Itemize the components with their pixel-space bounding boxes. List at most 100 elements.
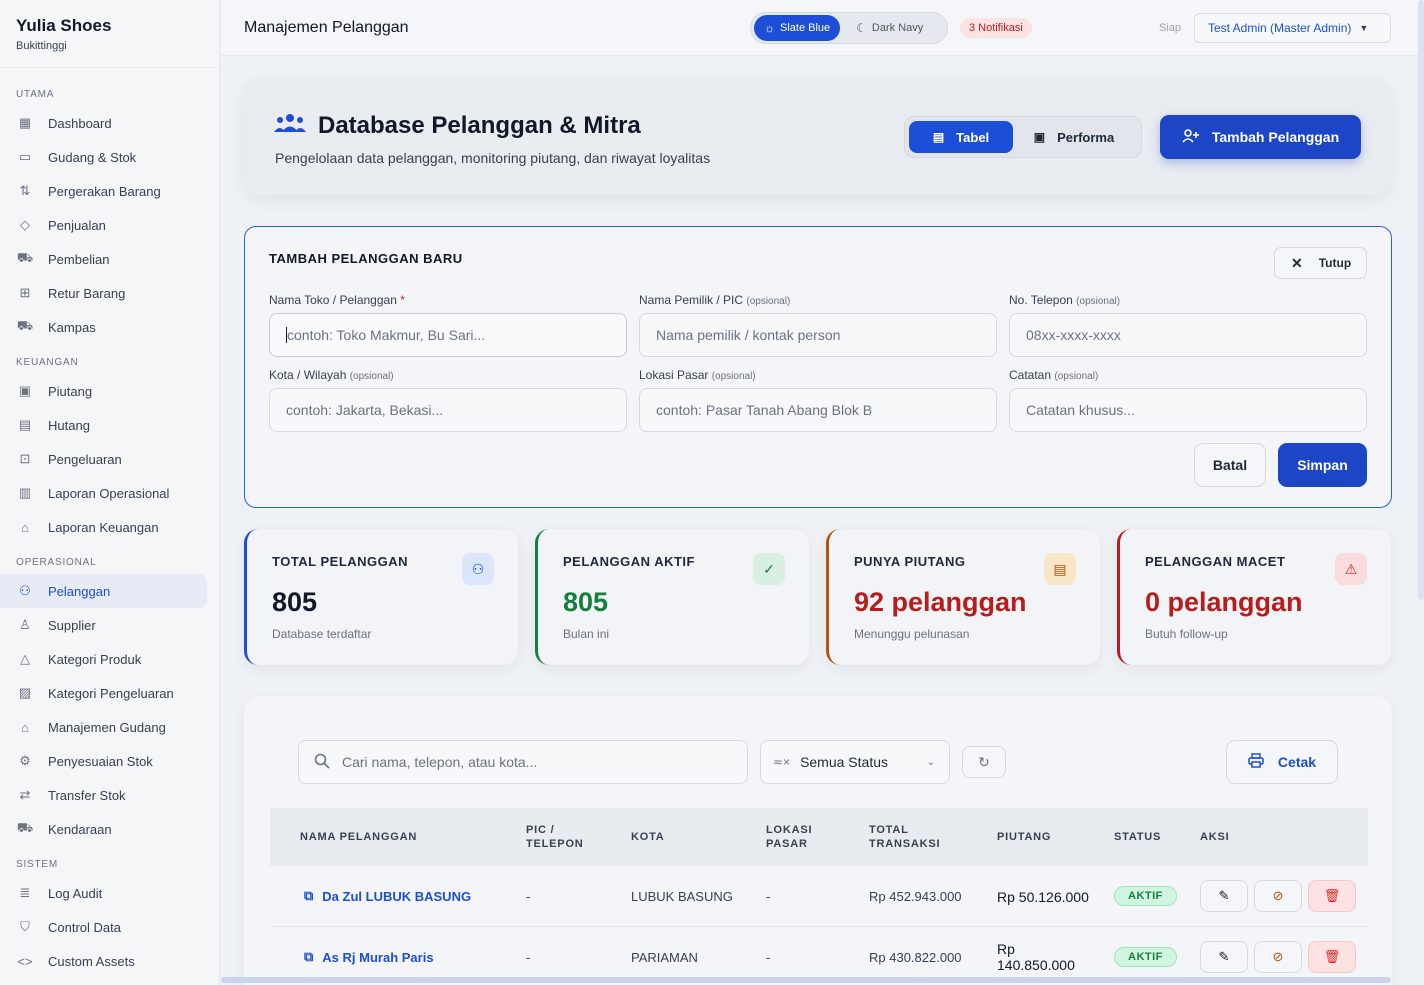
- sidebar-item-label: Pergerakan Barang: [48, 183, 161, 199]
- receipt-icon: ⊡: [19, 451, 31, 466]
- status-filter-select[interactable]: ≂× Semua Status ⌄: [760, 740, 950, 784]
- transfer-icon: ⇄: [19, 787, 31, 802]
- nav-section-label: OPERASIONAL: [16, 557, 97, 568]
- sidebar-item-pergerakan-barang[interactable]: ⇅ Pergerakan Barang: [0, 174, 207, 208]
- stat-value: 805: [563, 587, 609, 617]
- cell-piutang: Rp 140.850.000: [997, 941, 1075, 973]
- notes-input[interactable]: Catatan khusus...: [1009, 388, 1367, 432]
- theme-dark-navy-button[interactable]: ☾ Dark Navy: [846, 15, 933, 41]
- sidebar-item-transfer-stok[interactable]: ⇄ Transfer Stok: [0, 778, 207, 812]
- cell-pasar: -: [766, 950, 771, 965]
- edit-button[interactable]: ✎: [1200, 880, 1248, 912]
- sidebar-item-label: Kategori Pengeluaran: [48, 685, 174, 701]
- sun-icon: ☼: [764, 21, 775, 35]
- theme-slate-blue-label: Slate Blue: [780, 22, 831, 34]
- warehouse-icon: ⌂: [21, 719, 29, 735]
- col-pic-telepon[interactable]: PIC / TELEPON: [526, 823, 584, 851]
- delete-button[interactable]: 🗑: [1308, 941, 1356, 973]
- theme-slate-blue-button[interactable]: ☼ Slate Blue: [754, 15, 841, 41]
- search-icon: [314, 753, 330, 772]
- optional-tag: (opsional): [1054, 371, 1099, 382]
- pic-placeholder: Nama pemilik / kontak person: [656, 327, 841, 343]
- notification-badge[interactable]: 3 Notifikasi: [960, 18, 1032, 38]
- log-icon: ≣: [19, 885, 31, 900]
- cell-pasar: -: [766, 889, 771, 904]
- search-input[interactable]: Cari nama, telepon, atau kota...: [298, 740, 748, 784]
- phone-input[interactable]: 08xx-xxxx-xxxx: [1009, 313, 1367, 357]
- sidebar-item-laporan-keuangan[interactable]: ⌂ Laporan Keuangan: [0, 510, 207, 544]
- add-customer-button[interactable]: Tambah Pelanggan: [1160, 115, 1361, 159]
- field-label-pasar: Lokasi Pasar (opsional): [639, 368, 756, 382]
- moon-icon: ☾: [856, 21, 867, 35]
- col-lokasi-pasar[interactable]: LOKASI PASAR: [766, 823, 812, 851]
- city-input[interactable]: contoh: Jakarta, Bekasi...: [269, 388, 627, 432]
- print-button[interactable]: Cetak: [1226, 740, 1338, 784]
- col-aksi: AKSI: [1200, 831, 1230, 843]
- close-form-button[interactable]: ✕ Tutup: [1274, 247, 1367, 279]
- status-badge: AKTIF: [1114, 886, 1177, 906]
- print-label: Cetak: [1277, 754, 1317, 770]
- optional-tag: (opsional): [349, 371, 394, 382]
- edit-button[interactable]: ✎: [1200, 941, 1248, 973]
- sidebar-item-kategori-pengeluaran[interactable]: ▨ Kategori Pengeluaran: [0, 676, 207, 710]
- customer-name-link[interactable]: ⧉ As Rj Murah Paris: [304, 949, 434, 965]
- cell-total-transaksi: Rp 452.943.000: [869, 889, 962, 904]
- trash-icon: 🗑: [1323, 888, 1341, 903]
- users-icon: [274, 113, 306, 139]
- sidebar-item-kendaraan[interactable]: ⛟ Kendaraan: [0, 812, 207, 846]
- col-total-transaksi[interactable]: TOTAL TRANSAKSI: [869, 823, 940, 851]
- sidebar-item-manajemen-gudang[interactable]: ⌂ Manajemen Gudang: [0, 710, 207, 744]
- field-label-pasar-text: Lokasi Pasar: [639, 368, 709, 382]
- save-button[interactable]: Simpan: [1278, 443, 1367, 487]
- sidebar-item-label: Penyesuaian Stok: [48, 753, 153, 769]
- brand-name: Yulia Shoes: [16, 16, 112, 35]
- sidebar-item-gudang-stok[interactable]: ▭ Gudang & Stok: [0, 140, 207, 174]
- sidebar-item-control-data[interactable]: ⛉ Control Data: [0, 910, 207, 944]
- sidebar-item-pengeluaran[interactable]: ⊡ Pengeluaran: [0, 442, 207, 476]
- pic-input[interactable]: Nama pemilik / kontak person: [639, 313, 997, 357]
- add-customer-form: TAMBAH PELANGGAN BARU ✕ Tutup Nama Toko …: [244, 226, 1392, 508]
- sidebar-item-kategori-produk[interactable]: △ Kategori Produk: [0, 642, 207, 676]
- sidebar-item-log-audit[interactable]: ≣ Log Audit: [0, 876, 207, 910]
- dolly-icon: ♙: [19, 617, 31, 632]
- view-performance-button[interactable]: ▣ Performa: [1013, 121, 1135, 153]
- horizontal-scrollbar[interactable]: [221, 977, 1391, 983]
- user-menu-button[interactable]: Test Admin (Master Admin) ▼: [1194, 13, 1391, 43]
- table-header: NAMA PELANGGAN PIC / TELEPON KOTA LOKASI…: [270, 808, 1368, 866]
- sidebar-item-retur-barang[interactable]: ⊞ Retur Barang: [0, 276, 207, 310]
- sidebar-item-pembelian[interactable]: ⛟ Pembelian: [0, 242, 207, 276]
- status-badge: AKTIF: [1114, 947, 1177, 967]
- sidebar-item-penjualan[interactable]: ◇ Penjualan: [0, 208, 207, 242]
- sidebar-item-supplier[interactable]: ♙ Supplier: [0, 608, 207, 642]
- shield-icon: ⛉: [20, 919, 30, 934]
- stat-label: TOTAL PELANGGAN: [272, 554, 409, 569]
- col-kota[interactable]: KOTA: [631, 830, 665, 844]
- sidebar-item-dashboard[interactable]: ▦ Dashboard: [0, 106, 207, 140]
- cancel-button[interactable]: Batal: [1194, 443, 1266, 487]
- market-location-input[interactable]: contoh: Pasar Tanah Abang Blok B: [639, 388, 997, 432]
- view-table-button[interactable]: ▤ Tabel: [909, 121, 1013, 153]
- refresh-button[interactable]: ↻: [962, 746, 1006, 778]
- sidebar-item-penyesuaian-stok[interactable]: ⚙ Penyesuaian Stok: [0, 744, 207, 778]
- col-status[interactable]: STATUS: [1114, 830, 1161, 844]
- stat-card: PUNYA PIUTANG ▤ 92 pelanggan Menunggu pelun…: [826, 529, 1100, 665]
- nav-section-label: KEUANGAN: [16, 357, 79, 368]
- block-button[interactable]: ⊘: [1254, 880, 1302, 912]
- sidebar-item-custom-assets[interactable]: <> Custom Assets: [0, 944, 207, 978]
- sidebar-item-laporan-operasional[interactable]: ▥ Laporan Operasional: [0, 476, 207, 510]
- external-link-icon: ⧉: [304, 949, 314, 964]
- block-button[interactable]: ⊘: [1254, 941, 1302, 973]
- vertical-scrollbar[interactable]: [1418, 0, 1424, 600]
- customer-name-input[interactable]: contoh: Toko Makmur, Bu Sari...: [269, 313, 627, 357]
- customer-name-link[interactable]: ⧉ Da Zul LUBUK BASUNG: [304, 888, 471, 904]
- sidebar-item-kampas[interactable]: ⛟ Kampas: [0, 310, 207, 344]
- view-table-label: Tabel: [956, 129, 990, 145]
- delete-button[interactable]: 🗑: [1308, 880, 1356, 912]
- sidebar-item-hutang[interactable]: ▤ Hutang: [0, 408, 207, 442]
- sidebar-item-pelanggan[interactable]: ⚇ Pelanggan: [0, 574, 207, 608]
- col-piutang[interactable]: PIUTANG: [997, 830, 1051, 844]
- col-nama[interactable]: NAMA PELANGGAN: [300, 830, 417, 844]
- sidebar-item-piutang[interactable]: ▣ Piutang: [0, 374, 207, 408]
- money-icon: ▤: [18, 417, 32, 432]
- cell-kota: LUBUK BASUNG: [631, 889, 733, 904]
